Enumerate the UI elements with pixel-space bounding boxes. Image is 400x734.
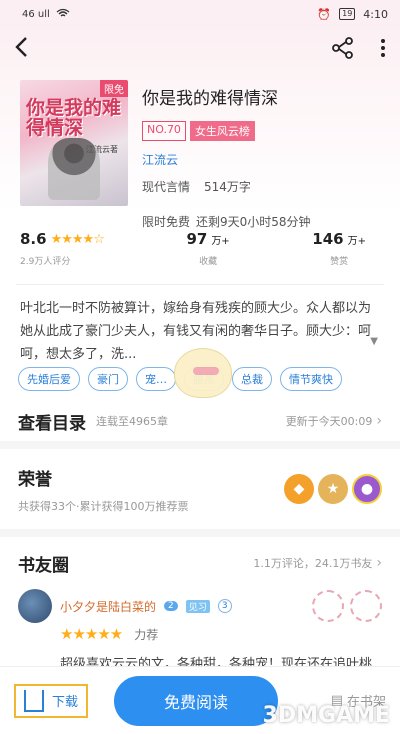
more-icon[interactable] [380, 37, 386, 63]
alarm-icon: ⏰ [317, 7, 332, 21]
score-count: 2.9万人评分 [20, 257, 71, 267]
medal-icon: ◆ [284, 474, 314, 504]
stamp-icon [350, 590, 382, 622]
like-label: 赞赏 [330, 257, 349, 267]
cover-free-badge: 限免 [100, 80, 128, 97]
update-time: 更新于今天00:09 [285, 415, 373, 428]
reader-circle-header[interactable]: 书友圈 1.1万评论，24.1万书友 › [0, 537, 400, 589]
tag-chip[interactable]: 情节爽快 [280, 367, 342, 391]
book-stats: 8.6 ★★★★☆ 2.9万人评分 97 万+ 收藏 146 万+ 赞赏 [0, 230, 400, 270]
tag-chip[interactable]: 先婚后爱 [18, 367, 80, 391]
download-icon [24, 689, 44, 712]
book-meta: 现代言情 514万字 [142, 178, 384, 195]
battery-icon: 19 [339, 8, 356, 20]
circle-stats: 1.1万评论，24.1万书友 [253, 557, 373, 570]
back-arrow-icon[interactable] [14, 35, 44, 65]
comment-username[interactable]: 小夕夕是陆白菜的 [60, 598, 156, 615]
chevron-right-icon: › [376, 555, 382, 571]
collect-label: 收藏 [199, 257, 218, 267]
download-label: 下载 [52, 695, 79, 710]
free-remaining: 还剩9天0小时58分钟 [196, 215, 311, 229]
user-badge: 见习 [185, 599, 210, 613]
cover-title: 你是我的难得情深 [26, 97, 122, 139]
book-cover[interactable]: 限免 你是我的难得情深 江流云著 [20, 80, 128, 206]
fan-level: 3 [217, 599, 232, 613]
stamp-icon [312, 590, 344, 622]
expand-icon[interactable]: ▼ [370, 330, 378, 353]
mascot-icon [174, 348, 232, 398]
score-stat[interactable]: 8.6 ★★★★☆ 2.9万人评分 [20, 230, 105, 270]
free-timer: 限时免费 还剩9天0小时58分钟 [142, 213, 384, 230]
genre: 现代言情 [142, 180, 191, 194]
status-right: ⏰ 19 4:10 [317, 8, 388, 21]
collect-stat: 97 万+ 收藏 [186, 230, 229, 270]
honor-summary: 共获得33个·累计获得100万推荐票 [18, 499, 189, 513]
chevron-right-icon: › [376, 413, 382, 429]
honor-title: 荣誉 [18, 469, 52, 490]
comment-rating-text: 力荐 [134, 627, 159, 642]
section-gap [0, 529, 400, 537]
wifi-icon [56, 8, 70, 21]
free-read-button[interactable]: 免费阅读 [114, 675, 279, 726]
signal-indicators: 46 ull [22, 8, 70, 21]
catalog-entry[interactable]: 查看目录 连载至4965章 更新于今天00:09 › [0, 401, 400, 441]
like-unit: 万+ [347, 235, 366, 247]
bottom-action-bar: 下载 免费阅读 ▤ 在书架 3DMGAME [0, 666, 400, 734]
clock: 4:10 [363, 7, 388, 21]
comment-stars-icon: ★★★★★ [60, 625, 123, 643]
catalog-title: 查看目录 [18, 413, 86, 434]
collect-unit: 万+ [211, 235, 230, 247]
tag-chip[interactable]: 豪门 [88, 367, 128, 391]
medal-icon: ★ [318, 474, 348, 504]
honor-medals: ◆ ★ ● [284, 474, 382, 504]
rank-tags[interactable]: NO.70 女生风云榜 [142, 121, 384, 141]
user-stamps [312, 590, 382, 622]
top-bar [0, 28, 400, 72]
tag-chip[interactable]: 总裁 [232, 367, 272, 391]
status-bar: 46 ull ⏰ 19 4:10 [0, 0, 400, 28]
book-title: 你是我的难得情深 [142, 89, 278, 109]
tag-chip[interactable]: 宠… [136, 367, 176, 391]
rank-number: NO.70 [142, 121, 186, 141]
serial-status: 连载至4965章 [96, 415, 168, 428]
signal-text: 46 ull [22, 8, 50, 20]
section-gap [0, 441, 400, 449]
honor-section[interactable]: 荣誉 共获得33个·累计获得100万推荐票 ◆ ★ ● [0, 449, 400, 529]
watermark: 3DMGAME [262, 703, 390, 728]
rank-name: 女生风云榜 [189, 121, 255, 141]
score-value: 8.6 [20, 230, 47, 248]
avatar[interactable] [18, 589, 52, 623]
like-stat: 146 万+ 赞赏 [312, 230, 366, 270]
share-icon[interactable] [332, 37, 354, 63]
medal-icon: ● [352, 474, 382, 504]
cover-illustration [48, 138, 100, 200]
book-header: 限免 你是我的难得情深 江流云著 你是我的难得情深 NO.70 女生风云榜 江流… [0, 72, 400, 229]
author-link[interactable]: 江流云 [142, 151, 384, 168]
download-button[interactable]: 下载 [14, 683, 89, 718]
free-label: 限时免费 [142, 215, 191, 229]
top-actions [332, 37, 386, 63]
user-level: 2 [164, 601, 178, 611]
book-info: 你是我的难得情深 NO.70 女生风云榜 江流云 现代言情 514万字 限时免费… [142, 80, 384, 229]
circle-title: 书友圈 [18, 555, 69, 576]
word-count: 514万字 [204, 180, 251, 194]
rating-stars-icon: ★★★★☆ [50, 231, 105, 247]
like-value: 146 [312, 230, 344, 248]
collect-value: 97 [186, 230, 208, 248]
